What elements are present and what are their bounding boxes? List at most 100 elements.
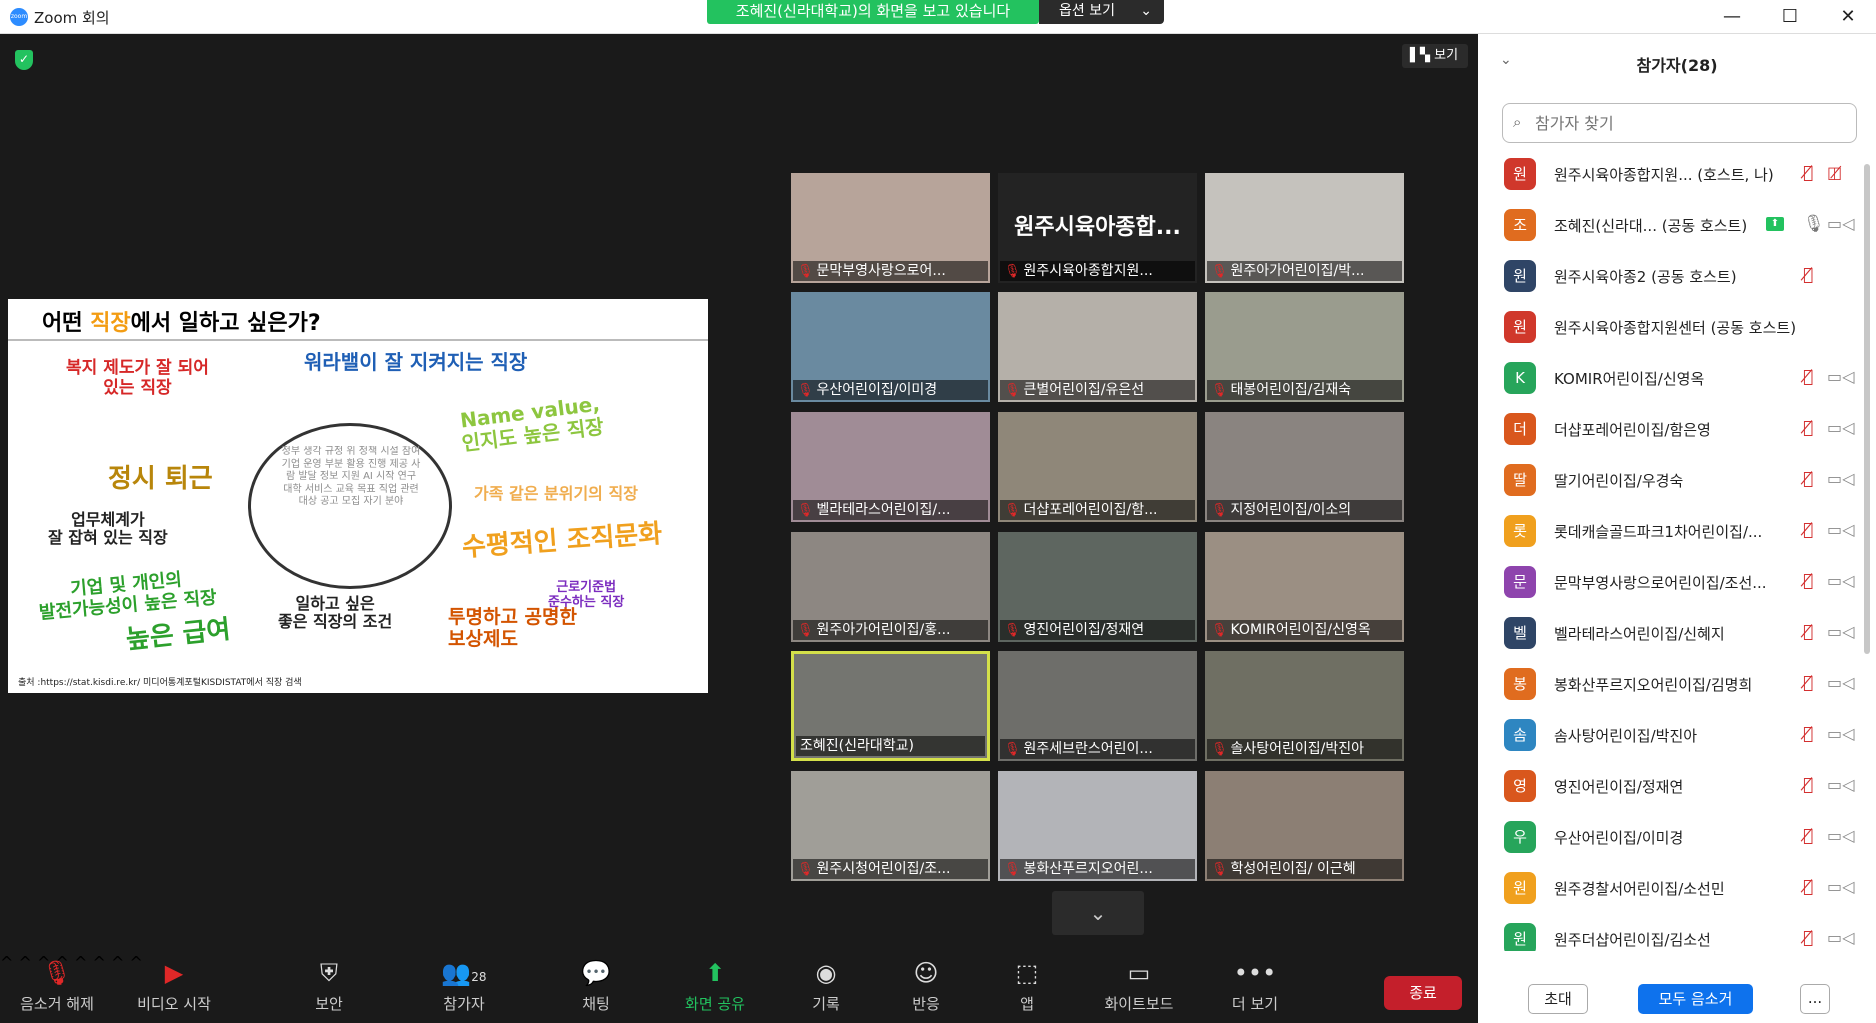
view-button[interactable]: ▌▚ 보기 xyxy=(1402,44,1468,68)
participant-avatar: 문 xyxy=(1504,566,1536,598)
mute-all-button[interactable]: 모두 음소거 xyxy=(1638,984,1753,1014)
mic-muted-icon: 🎙 xyxy=(1211,623,1228,638)
tile-name: 태봉어린이집/김재숙 xyxy=(1230,382,1352,398)
video-icon[interactable]: ▭◁ xyxy=(1827,775,1854,794)
video-icon[interactable]: ▭◁ xyxy=(1827,877,1854,896)
participant-search-input[interactable] xyxy=(1535,111,1835,135)
video-tile[interactable]: 🎙 봉화산푸르지오어린... xyxy=(998,771,1197,881)
mic-icon[interactable]: 🎙 xyxy=(1803,214,1825,234)
mic-muted-icon: 🎙 xyxy=(1004,742,1021,757)
mic-muted-icon[interactable]: 🎙̸ xyxy=(1803,622,1813,642)
video-tile[interactable]: 🎙 영진어린이집/정재연 xyxy=(998,532,1197,642)
video-tile[interactable]: 🎙 솔사탕어린이집/박진아 xyxy=(1205,651,1404,761)
video-tile-active-speaker[interactable]: 조혜진(신라대학교) xyxy=(791,651,990,761)
reactions-button[interactable]: ☺ 반응 xyxy=(906,953,946,1023)
video-tile[interactable]: 🎙 KOMIR어린이집/신영옥 xyxy=(1205,532,1404,642)
more-button[interactable]: ••• 더 보기 xyxy=(1224,953,1286,1023)
security-button[interactable]: ⛨ 보안 xyxy=(305,953,353,1023)
participant-row[interactable]: 원 원주시육아종합지원센터 (공동 호스트) xyxy=(1478,304,1863,355)
mic-muted-icon[interactable]: 🎙̸ xyxy=(1803,775,1813,795)
participant-row[interactable]: 딸 딸기어린이집/우경숙 🎙̸ ▭◁ xyxy=(1478,457,1863,508)
video-icon[interactable]: ▭◁ xyxy=(1827,673,1854,692)
video-icon[interactable]: ▭◁ xyxy=(1827,520,1854,539)
video-icon[interactable]: ▭◁ xyxy=(1827,928,1854,947)
video-tile[interactable]: 🎙 문막부영사랑으로어... xyxy=(791,173,990,283)
video-tile[interactable]: 🎙 원주아가어린이집/박... xyxy=(1205,173,1404,283)
video-tile[interactable]: 🎙 벨라테라스어린이집/... xyxy=(791,412,990,522)
video-tile[interactable]: 🎙 원주시청어린이집/조... xyxy=(791,771,990,881)
video-icon[interactable]: ▭◁ xyxy=(1827,469,1854,488)
video-tile[interactable]: 🎙 우산어린이집/이미경 xyxy=(791,292,990,402)
tile-name: 지정어린이집/이소의 xyxy=(1230,502,1352,518)
maximize-button[interactable]: ☐ xyxy=(1770,4,1810,30)
whiteboard-button[interactable]: ▭ 화이트보드 xyxy=(1098,953,1180,1023)
video-tile[interactable]: 🎙 원주세브란스어린이... xyxy=(998,651,1197,761)
video-icon[interactable]: ▭◁ xyxy=(1827,571,1854,590)
mic-muted-icon[interactable]: 🎙̸ xyxy=(1803,571,1813,591)
participant-row[interactable]: 원 원주더샵어린이집/김소선 🎙̸ ▭◁ xyxy=(1478,916,1863,951)
participant-row[interactable]: 조 조혜진(신라대... (공동 호스트) ⬆ 🎙 ▭◁ xyxy=(1478,202,1863,253)
mic-muted-icon[interactable]: 🎙̸ xyxy=(1803,418,1813,438)
mic-muted-icon[interactable]: 🎙̸ xyxy=(1803,265,1813,285)
video-icon[interactable]: ▭◁ xyxy=(1827,724,1854,743)
participant-row[interactable]: 우 우산어린이집/이미경 🎙̸ ▭◁ xyxy=(1478,814,1863,865)
participant-row[interactable]: 원 원주시육아종2 (공동 호스트) 🎙̸ xyxy=(1478,253,1863,304)
mic-muted-icon[interactable]: 🎙̸ xyxy=(1803,877,1813,897)
mic-muted-icon[interactable]: 🎙̸ xyxy=(1803,367,1813,387)
tile-label: 🎙 지정어린이집/이소의 xyxy=(1207,500,1402,520)
participant-row[interactable]: 영 영진어린이집/정재연 🎙̸ ▭◁ xyxy=(1478,763,1863,814)
participant-row[interactable]: 봉 봉화산푸르지오어린이집/김명희 🎙̸ ▭◁ xyxy=(1478,661,1863,712)
video-tile[interactable]: 🎙 지정어린이집/이소의 xyxy=(1205,412,1404,522)
record-button[interactable]: ◉ 기록 xyxy=(806,953,846,1023)
start-video-button[interactable]: ▶ 비디오 시작 xyxy=(128,953,220,1023)
audio-options-caret[interactable]: ^ xyxy=(0,953,13,972)
mic-muted-icon[interactable]: 🎙̸ xyxy=(1803,724,1813,744)
close-button[interactable]: ✕ xyxy=(1828,4,1868,30)
chat-button[interactable]: 💬 채팅 xyxy=(576,953,616,1023)
panel-more-button[interactable]: ... xyxy=(1800,984,1830,1014)
video-tile[interactable]: 🎙 원주아가어린이집/홍... xyxy=(791,532,990,642)
participant-row[interactable]: 롯 롯데캐슬골드파크1차어린이집/... 🎙̸ ▭◁ xyxy=(1478,508,1863,559)
apps-options-caret[interactable]: ^ xyxy=(111,953,124,972)
mic-muted-icon: 🎙 xyxy=(1211,862,1228,877)
mic-muted-icon[interactable]: 🎙̸ xyxy=(1803,673,1813,693)
participant-row[interactable]: 벨 벨라테라스어린이집/신혜지 🎙̸ ▭◁ xyxy=(1478,610,1863,661)
video-icon[interactable]: ▭◁ xyxy=(1827,826,1854,845)
mic-muted-icon[interactable]: 🎙̸ xyxy=(1803,520,1813,540)
mic-muted-icon: 🎙 xyxy=(41,959,73,987)
participant-row[interactable]: 원 원주경찰서어린이집/소선민 🎙̸ ▭◁ xyxy=(1478,865,1863,916)
video-off-icon: ▶ xyxy=(164,959,184,987)
video-icon[interactable]: ▭◁ xyxy=(1827,214,1854,233)
participant-row[interactable]: 더 더샵포레어린이집/함은영 🎙̸ ▭◁ xyxy=(1478,406,1863,457)
apps-button[interactable]: ⬚ 앱 xyxy=(1012,953,1042,1023)
participant-row[interactable]: 문 문막부영사랑으로어린이집/조선... 🎙̸ ▭◁ xyxy=(1478,559,1863,610)
participant-list-scrollbar[interactable] xyxy=(1864,164,1870,654)
mic-muted-icon[interactable]: 🎙̸ xyxy=(1803,469,1813,489)
video-tile[interactable]: 원주시육아종합... 🎙 원주시육아종합지원... xyxy=(998,173,1197,283)
video-icon[interactable]: ▭◁ xyxy=(1827,622,1854,641)
video-icon[interactable]: ▭◁ xyxy=(1827,418,1854,437)
participant-row[interactable]: K KOMIR어린이집/신영옥 🎙̸ ▭◁ xyxy=(1478,355,1863,406)
end-meeting-button[interactable]: 종료 xyxy=(1384,976,1462,1010)
invite-button[interactable]: 초대 xyxy=(1528,984,1588,1014)
share-screen-button[interactable]: ⬆ 화면 공유 xyxy=(680,953,750,1023)
video-tile[interactable]: 🎙 태봉어린이집/김재숙 xyxy=(1205,292,1404,402)
mic-muted-icon[interactable]: 🎙̸ xyxy=(1803,826,1813,846)
participant-row[interactable]: 원 원주시육아종합지원... (호스트, 나) 🎙̸ ◫̸ xyxy=(1478,151,1863,202)
view-options-button[interactable]: 옵션 보기 ⌄ xyxy=(1039,0,1164,24)
minimize-button[interactable]: — xyxy=(1712,4,1752,30)
video-icon[interactable]: ▭◁ xyxy=(1827,367,1854,386)
mic-muted-icon[interactable]: 🎙̸ xyxy=(1803,928,1813,948)
video-tile[interactable]: 🎙 큰별어린이집/유은선 xyxy=(998,292,1197,402)
video-off-icon[interactable]: ◫̸ xyxy=(1827,163,1842,182)
video-tile[interactable]: 🎙 학성어린이집/ 이근혜 xyxy=(1205,771,1404,881)
participant-name: 딸기어린이집/우경숙 xyxy=(1554,472,1684,490)
encryption-shield-icon[interactable]: ✓ xyxy=(15,50,33,70)
participant-row[interactable]: 솜 솜사탕어린이집/박진아 🎙̸ ▭◁ xyxy=(1478,712,1863,763)
video-tile[interactable]: 🎙 더샵포레어린이집/함... xyxy=(998,412,1197,522)
participant-name: 솜사탕어린이집/박진아 xyxy=(1554,727,1698,745)
grid-next-page-button[interactable]: ⌄ xyxy=(1052,891,1144,935)
participants-button[interactable]: 👥28 참가자 xyxy=(432,953,496,1023)
mic-muted-icon[interactable]: 🎙̸ xyxy=(1803,163,1813,183)
unmute-button[interactable]: 🎙 음소거 해제 xyxy=(14,953,100,1023)
